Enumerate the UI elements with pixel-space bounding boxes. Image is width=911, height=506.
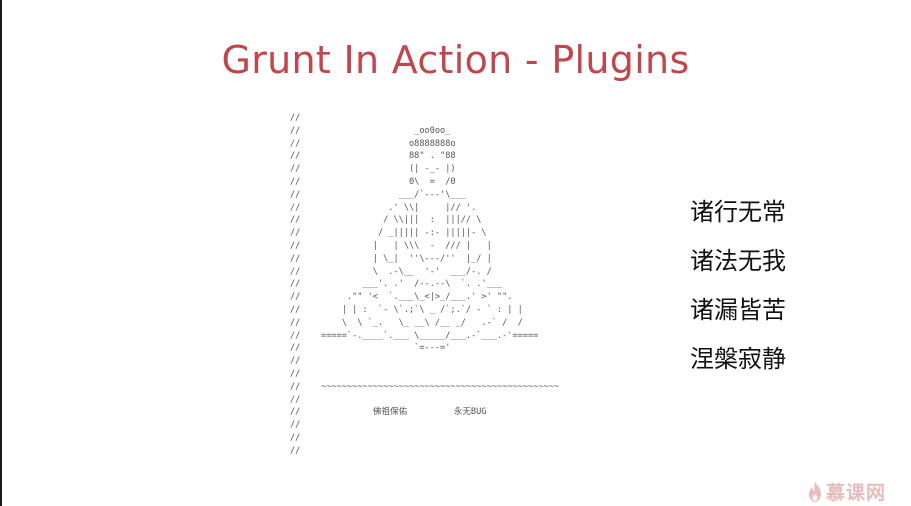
- mantra-line-4: 涅槃寂静: [690, 345, 786, 373]
- ascii-art-code: // // _oo0oo_ // o8888888o // 88" . "88 // (…: [290, 112, 559, 458]
- code-line: // (| -_- |): [290, 164, 456, 175]
- mantra-line-3: 诸漏皆苦: [690, 296, 786, 324]
- mantra-line-2: 诸法无我: [690, 247, 786, 275]
- code-line: // _oo0oo_: [290, 125, 451, 136]
- code-line: // | | \\\ - /// | |: [290, 240, 492, 251]
- code-line: // 0\ = /0: [290, 176, 456, 187]
- code-line: // / _||||| -:- |||||- \: [290, 228, 487, 239]
- code-line: //: [290, 394, 301, 405]
- code-line: //: [290, 432, 301, 443]
- code-line: //: [290, 445, 301, 456]
- code-line: // ___/`---'\___: [290, 189, 466, 200]
- flame-icon: [808, 481, 822, 502]
- logo-text: 慕课网: [826, 482, 887, 504]
- code-line: // o8888888o: [290, 138, 456, 149]
- code-line: // \ .-\__ '-' ___/-. /: [290, 266, 492, 277]
- watermark-logo: 慕课网: [808, 478, 886, 505]
- code-line: // | \_| ''\---/'' |_/ |: [290, 253, 492, 264]
- code-line: // 佛祖保佑 永无BUG: [290, 407, 487, 418]
- code-line: // 88" . "88: [290, 151, 456, 162]
- code-line: // ~~~~~~~~~~~~~~~~~~~~~~~~~~~~~~~~~~~~~…: [290, 381, 560, 392]
- code-line: //: [290, 368, 301, 379]
- mantra-list: 诸行无常 诸法无我 诸漏皆苦 涅槃寂静: [690, 192, 786, 388]
- mantra-line-1: 诸行无常: [690, 198, 786, 226]
- code-line: //: [290, 113, 301, 123]
- code-line: // `=---=': [290, 343, 451, 354]
- code-line: // / \\||| : |||// \: [290, 215, 482, 226]
- slide-title: Grunt In Action - Plugins: [221, 38, 690, 82]
- code-line: // =====`-.____`.___ \_____/___.-`___.-'…: [290, 330, 539, 341]
- code-line: // .' \\| |// '.: [290, 202, 477, 213]
- code-line: // ___'. .' /--.--\ `. .'___: [290, 279, 503, 290]
- code-line: // | | : `- \`.;`\ _ /`;.`/ - ` : | |: [290, 304, 523, 315]
- code-line: // \ \ `_. \_ __\ /__ _/ .-` / /: [290, 317, 523, 328]
- code-line: //: [290, 356, 301, 367]
- code-line: // ."" '< `.___\_<|>_/___.' >' "".: [290, 292, 513, 303]
- code-line: //: [290, 420, 301, 431]
